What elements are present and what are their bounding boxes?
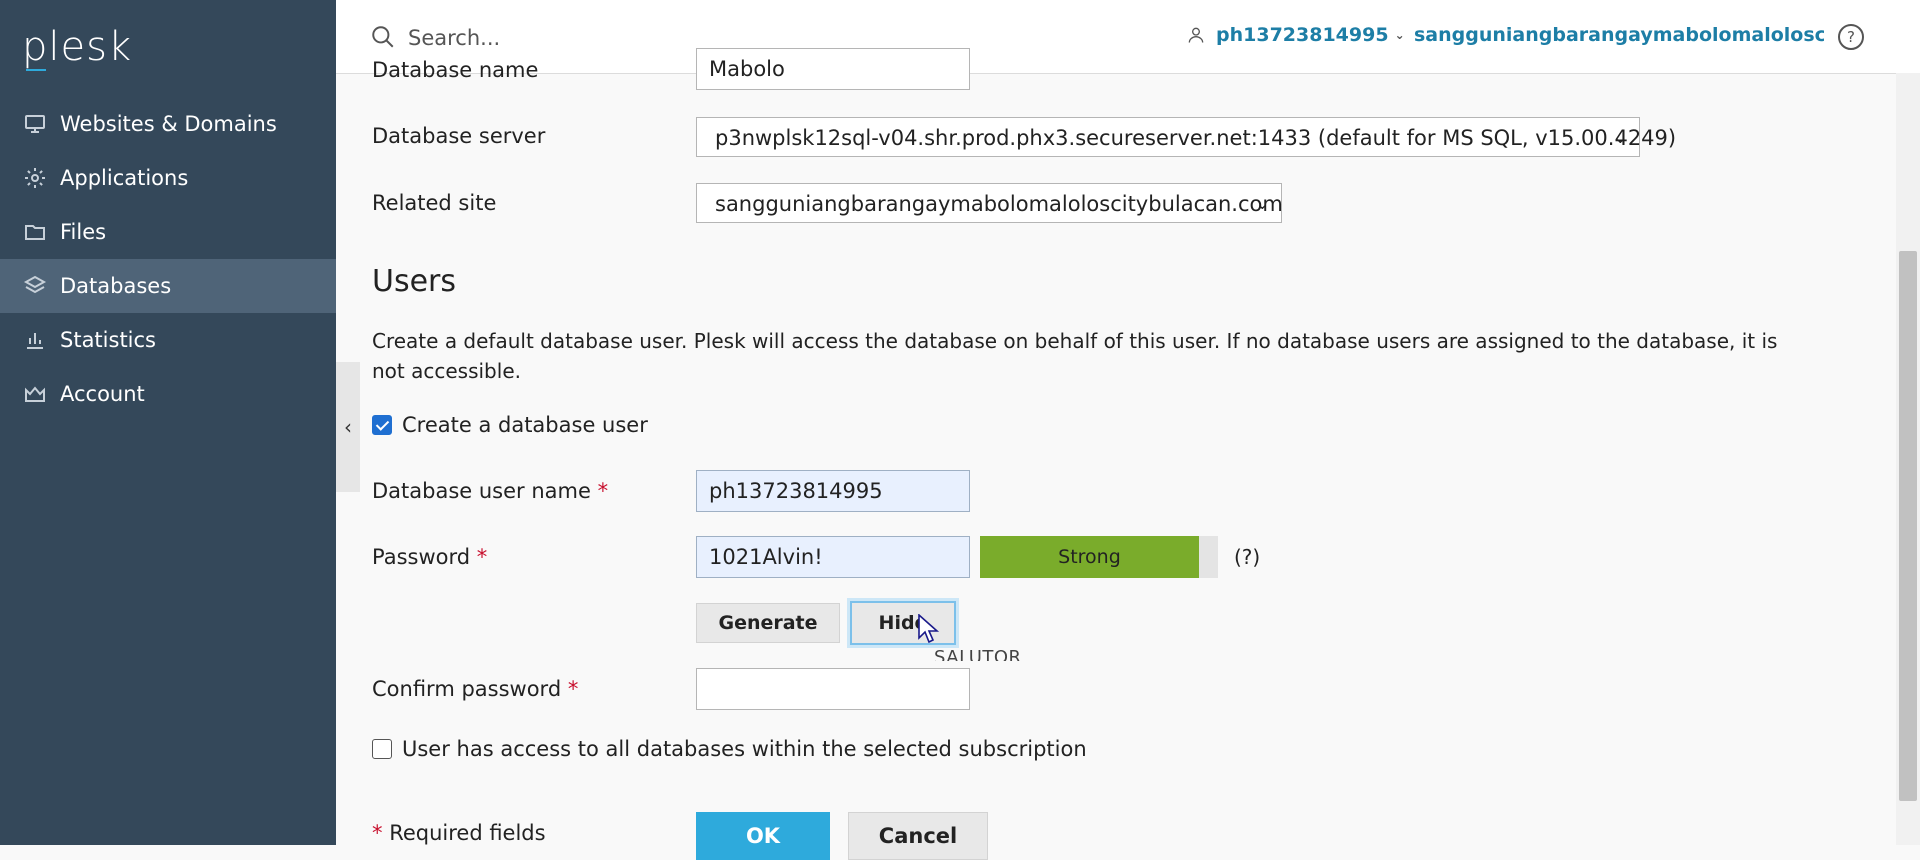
user-menu[interactable]: ph13723814995 ⌄	[1186, 24, 1405, 46]
password-help-link[interactable]: (?)	[1234, 545, 1260, 569]
bar-chart-icon	[22, 327, 48, 353]
password-input[interactable]: 1021Alvin!	[696, 536, 970, 578]
mouse-cursor-icon	[918, 614, 940, 644]
folder-icon	[22, 219, 48, 245]
password-label: Password *	[372, 545, 487, 569]
all-db-access-checkbox[interactable]	[372, 739, 392, 759]
chevron-down-icon: ⌄	[1613, 128, 1627, 147]
sidebar-item-account[interactable]: Account	[0, 367, 336, 421]
generate-button[interactable]: Generate	[696, 603, 840, 643]
sidebar-collapse-button[interactable]: ‹	[336, 362, 360, 492]
layers-icon	[22, 273, 48, 299]
database-server-value: p3nwplsk12sql-v04.shr.prod.phx3.securese…	[715, 126, 1677, 150]
hide-button[interactable]: Hide	[850, 601, 956, 645]
strength-label: Strong	[1058, 546, 1121, 568]
scrollbar[interactable]	[1896, 73, 1920, 845]
tooltip-fragment: SALUTOR	[934, 647, 1022, 661]
domain-name: sangguniangbarangaymabolomalolosci...	[1414, 24, 1824, 46]
logo-accent	[26, 69, 46, 71]
monitor-icon	[22, 111, 48, 137]
database-name-label: Database name	[372, 58, 539, 82]
db-user-name-label: Database user name *	[372, 479, 608, 503]
database-server-label: Database server	[372, 124, 546, 148]
create-user-label[interactable]: Create a database user	[402, 413, 648, 437]
help-icon[interactable]: ?	[1838, 24, 1864, 50]
users-description: Create a default database user. Plesk wi…	[372, 329, 1778, 383]
user-name: ph13723814995	[1216, 24, 1389, 46]
required-star: *	[567, 677, 579, 701]
sidebar-item-websites-domains[interactable]: Websites & Domains	[0, 97, 336, 151]
related-site-select[interactable]: sangguniangbarangaymabolomaloloscitybula…	[696, 183, 1283, 223]
sidebar-item-label: Statistics	[60, 328, 156, 352]
confirm-password-label: Confirm password *	[372, 677, 578, 701]
scrollbar-thumb[interactable]	[1899, 251, 1917, 801]
sidebar-item-files[interactable]: Files	[0, 205, 336, 259]
sidebar-item-databases[interactable]: Databases	[0, 259, 336, 313]
database-server-select[interactable]: p3nwplsk12sql-v04.shr.prod.phx3.securese…	[696, 117, 1676, 157]
required-note: * Required fields	[372, 821, 546, 845]
search-icon	[372, 26, 394, 48]
required-star: *	[597, 479, 609, 503]
ok-button[interactable]: OK	[696, 812, 830, 860]
plesk-logo[interactable]: plesk	[22, 24, 132, 70]
db-user-name-input[interactable]: ph13723814995	[696, 470, 970, 512]
required-star: *	[372, 821, 383, 845]
confirm-password-text: Confirm password	[372, 677, 562, 701]
sidebar-item-label: Files	[60, 220, 107, 244]
sidebar-nav: Websites & Domains Applications Files Da…	[0, 97, 336, 421]
related-site-value: sangguniangbarangaymabolomaloloscitybula…	[715, 192, 1283, 216]
password-text: Password	[372, 545, 471, 569]
db-user-name-text: Database user name	[372, 479, 591, 503]
sidebar-item-statistics[interactable]: Statistics	[0, 313, 336, 367]
required-note-text: Required fields	[389, 821, 546, 845]
all-db-access-label[interactable]: User has access to all databases within …	[402, 737, 1087, 761]
sidebar-item-label: Databases	[60, 274, 172, 298]
top-header: ph13723814995 ⌄ sangguniangbarangaymabol…	[336, 0, 1920, 74]
sidebar-item-label: Websites & Domains	[60, 112, 277, 136]
create-user-checkbox[interactable]	[372, 415, 392, 435]
sidebar: plesk Websites & Domains Applications Fi…	[0, 0, 336, 845]
sidebar-item-label: Applications	[60, 166, 189, 190]
required-star: *	[476, 545, 488, 569]
chevron-left-icon: ‹	[344, 415, 352, 439]
sidebar-item-applications[interactable]: Applications	[0, 151, 336, 205]
chevron-down-icon: ⌄	[1255, 194, 1269, 213]
users-section-title: Users	[372, 264, 457, 299]
gear-icon	[22, 165, 48, 191]
domain-menu[interactable]: sangguniangbarangaymabolomalolosci...	[1404, 24, 1824, 46]
user-icon	[1188, 27, 1204, 43]
crown-icon	[22, 381, 48, 407]
confirm-password-input[interactable]	[696, 668, 970, 710]
password-strength-meter: Strong	[980, 536, 1218, 578]
cancel-button[interactable]: Cancel	[848, 812, 988, 860]
related-site-label: Related site	[372, 191, 497, 215]
database-name-input[interactable]: Mabolo	[696, 48, 970, 90]
sidebar-item-label: Account	[60, 382, 145, 406]
strength-fill: Strong	[980, 536, 1199, 578]
